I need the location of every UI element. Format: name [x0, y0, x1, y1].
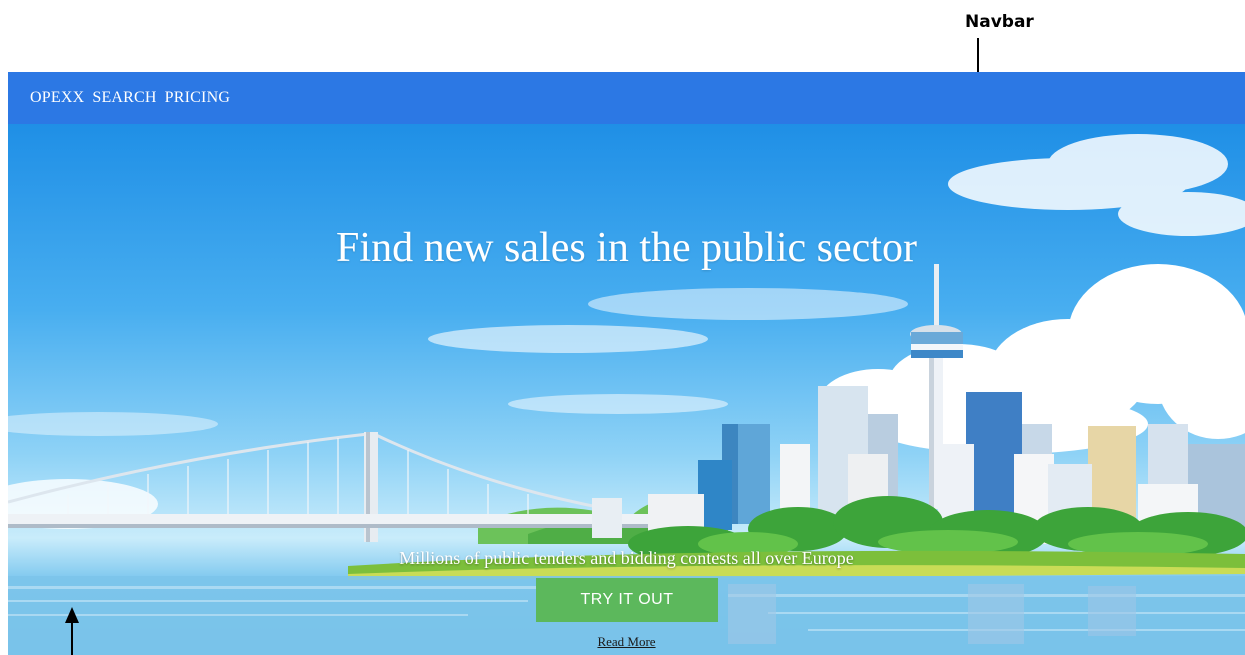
try-it-out-button[interactable]: TRY IT OUT: [536, 578, 718, 622]
bottom-annotation-arrow: [65, 607, 79, 655]
hero-subtitle: Millions of public tenders and bidding c…: [399, 548, 854, 568]
hero-cityscape-illustration: [8, 134, 1245, 655]
read-more-link[interactable]: Read More: [597, 634, 655, 650]
navbar-annotation-label: Navbar: [965, 12, 1034, 32]
nav-link-search[interactable]: SEARCH: [92, 89, 156, 107]
nav-brand-link[interactable]: OPEXX: [30, 89, 84, 107]
hero-title: Find new sales in the public sector: [336, 225, 917, 271]
hero-section: Find new sales in the public sector Mill…: [8, 124, 1245, 655]
navbar: OPEXX SEARCH PRICING: [8, 72, 1245, 124]
nav-link-pricing[interactable]: PRICING: [165, 89, 230, 107]
